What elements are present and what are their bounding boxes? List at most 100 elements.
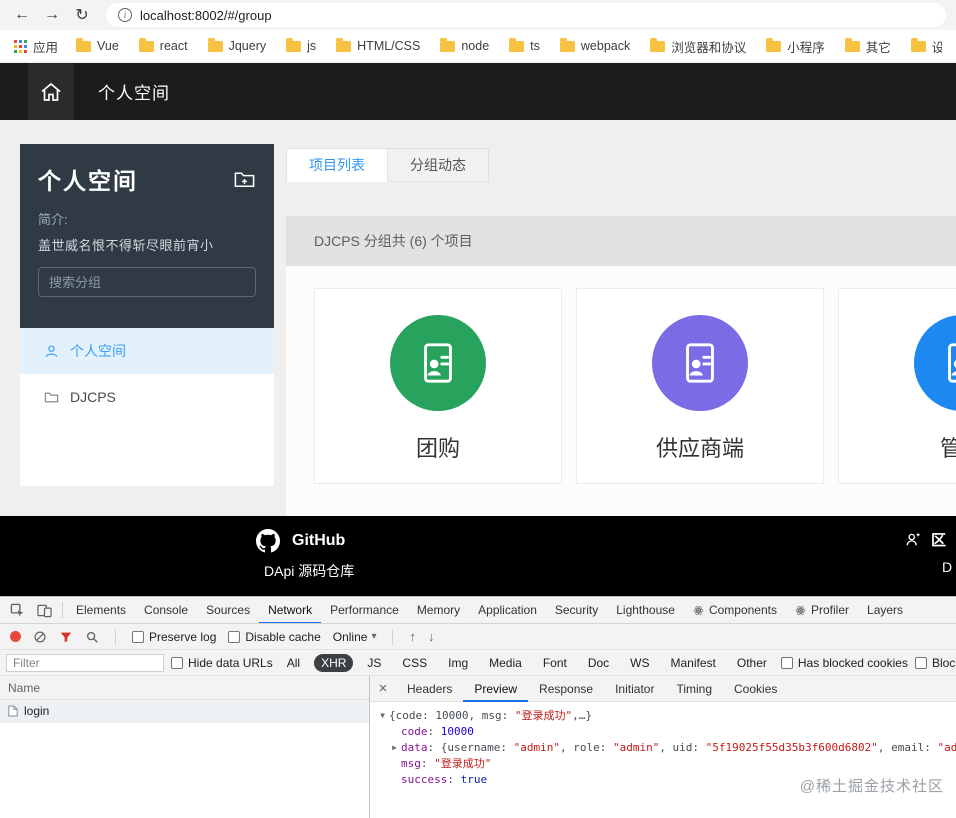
- repo-link[interactable]: DApi 源码仓库: [264, 561, 354, 581]
- sidebar-item-personal-space[interactable]: 个人空间: [20, 328, 274, 374]
- filter-type-other[interactable]: Other: [730, 654, 774, 672]
- filter-type-doc[interactable]: Doc: [581, 654, 616, 672]
- name-column-header[interactable]: Name: [0, 676, 369, 700]
- devtools-tab-application[interactable]: Application: [469, 597, 546, 623]
- devtools-tab-profiler[interactable]: Profiler: [786, 597, 858, 623]
- detail-tab-preview[interactable]: Preview: [463, 676, 529, 702]
- devtools-tab-components[interactable]: Components: [684, 597, 786, 623]
- import-har-icon[interactable]: ↑: [409, 629, 416, 644]
- search-icon[interactable]: [85, 630, 99, 644]
- bookmark-apps[interactable]: 应用: [14, 37, 58, 56]
- has-blocked-cookies-checkbox[interactable]: Has blocked cookies: [780, 656, 908, 670]
- bookmark-item[interactable]: Jquery: [207, 37, 266, 53]
- json-segment-str: "ad: [937, 741, 956, 754]
- project-card-admin[interactable]: 管理: [838, 288, 956, 484]
- filter-funnel-icon[interactable]: [59, 630, 73, 644]
- blocked-requests-checkbox[interactable]: Blocked Requests: [914, 656, 956, 670]
- bookmark-folder-icon: [766, 37, 782, 52]
- filter-type-css[interactable]: CSS: [395, 654, 434, 672]
- github-link[interactable]: GitHub: [292, 532, 345, 550]
- bookmark-item[interactable]: ts: [509, 37, 540, 53]
- filter-type-xhr[interactable]: XHR: [314, 653, 354, 672]
- devtools-tab-lighthouse[interactable]: Lighthouse: [607, 597, 684, 623]
- checkbox-icon[interactable]: [228, 630, 241, 643]
- bookmark-label: 其它: [865, 40, 891, 55]
- tree-toggle-icon[interactable]: ▶: [388, 740, 401, 756]
- site-info-icon[interactable]: i: [118, 8, 132, 22]
- search-group-input[interactable]: [38, 267, 256, 297]
- home-button[interactable]: [28, 63, 74, 120]
- group-summary-bar: DJCPS 分组共 (6) 个项目: [286, 216, 956, 266]
- clear-icon[interactable]: [33, 630, 47, 644]
- checkbox-icon[interactable]: [132, 630, 144, 643]
- filter-type-js[interactable]: JS: [360, 654, 388, 672]
- devtools-tab-security[interactable]: Security: [546, 597, 607, 623]
- apps-grid-icon: [14, 39, 27, 53]
- bookmark-item[interactable]: react: [138, 37, 188, 53]
- bookmark-item[interactable]: 设计: [910, 37, 942, 56]
- preserve-log-checkbox[interactable]: Preserve log: [132, 630, 216, 644]
- page-footer: GitHub DApi 源码仓库 区 D: [0, 516, 956, 596]
- refresh-icon[interactable]: ↻: [70, 3, 94, 27]
- hide-data-urls-checkbox[interactable]: Hide data URLs: [171, 656, 273, 670]
- column-header-label: Name: [8, 680, 41, 695]
- filter-type-media[interactable]: Media: [482, 654, 529, 672]
- bookmark-item[interactable]: node: [440, 37, 489, 53]
- bookmark-item[interactable]: 浏览器和协议: [650, 37, 746, 56]
- throttling-dropdown[interactable]: Online ▾: [333, 630, 377, 644]
- tab-group-activity[interactable]: 分组动态: [388, 148, 489, 182]
- detail-tab-initiator[interactable]: Initiator: [604, 676, 665, 702]
- disable-cache-checkbox[interactable]: Disable cache: [228, 630, 321, 644]
- devtools-tab-performance[interactable]: Performance: [321, 597, 408, 623]
- detail-tab-timing[interactable]: Timing: [665, 676, 723, 702]
- checkbox-icon[interactable]: [914, 656, 927, 669]
- record-button[interactable]: [10, 631, 21, 642]
- devtools-tab-elements[interactable]: Elements: [67, 597, 135, 623]
- devtools-tabbar: Elements Console Sources Network Perform…: [0, 597, 956, 624]
- url-text[interactable]: localhost:8002/#/group: [140, 8, 272, 23]
- detail-tab-headers[interactable]: Headers: [396, 676, 463, 702]
- devtools-tab-memory[interactable]: Memory: [408, 597, 469, 623]
- back-icon[interactable]: ←: [10, 3, 34, 27]
- filter-input[interactable]: [6, 653, 164, 672]
- project-card-tuangou[interactable]: 团购: [314, 288, 562, 484]
- checkbox-icon[interactable]: [780, 656, 793, 669]
- filter-type-manifest[interactable]: Manifest: [664, 654, 723, 672]
- sidebar-item-label: DJCPS: [70, 389, 116, 405]
- forward-icon[interactable]: →: [40, 3, 64, 27]
- request-row[interactable]: login: [0, 700, 369, 723]
- export-har-icon[interactable]: ↓: [428, 629, 435, 644]
- filter-type-font[interactable]: Font: [536, 654, 574, 672]
- bookmark-item[interactable]: 其它: [844, 37, 891, 56]
- inspect-element-icon[interactable]: [4, 597, 31, 623]
- filter-type-ws[interactable]: WS: [623, 654, 656, 672]
- json-segment-plain: , email:: [877, 741, 938, 754]
- detail-tab-response[interactable]: Response: [528, 676, 604, 702]
- bookmark-item[interactable]: 小程序: [766, 37, 825, 56]
- filter-type-all[interactable]: All: [280, 654, 307, 672]
- bookmark-item[interactable]: webpack: [559, 37, 630, 53]
- add-group-icon[interactable]: [233, 168, 256, 191]
- project-card-supplier[interactable]: 供应商端: [576, 288, 824, 484]
- json-segment-str: "admin": [612, 741, 660, 754]
- bookmark-item[interactable]: Vue: [76, 37, 119, 53]
- bookmark-item[interactable]: HTML/CSS: [336, 37, 420, 53]
- devtools-tab-network[interactable]: Network: [259, 597, 322, 623]
- detail-tab-cookies[interactable]: Cookies: [723, 676, 788, 702]
- devtools-tab-layers[interactable]: Layers: [858, 597, 912, 623]
- close-icon[interactable]: ×: [370, 680, 396, 697]
- tab-project-list[interactable]: 项目列表: [286, 148, 388, 182]
- checkbox-icon[interactable]: [171, 656, 183, 669]
- devtools-tab-sources[interactable]: Sources: [197, 597, 259, 623]
- devtools-tab-console[interactable]: Console: [135, 597, 197, 623]
- bookmark-folder-icon: [509, 37, 525, 52]
- tree-toggle-icon[interactable]: ▼: [376, 708, 389, 724]
- device-toolbar-icon[interactable]: [31, 597, 58, 623]
- bookmark-item[interactable]: js: [286, 37, 316, 53]
- footer-partial-text-2[interactable]: D: [905, 559, 956, 575]
- address-bar[interactable]: i localhost:8002/#/group: [106, 3, 946, 27]
- filter-type-img[interactable]: Img: [441, 654, 475, 672]
- footer-partial-text[interactable]: 区: [931, 529, 946, 550]
- sidebar-item-djcps[interactable]: DJCPS: [20, 374, 274, 420]
